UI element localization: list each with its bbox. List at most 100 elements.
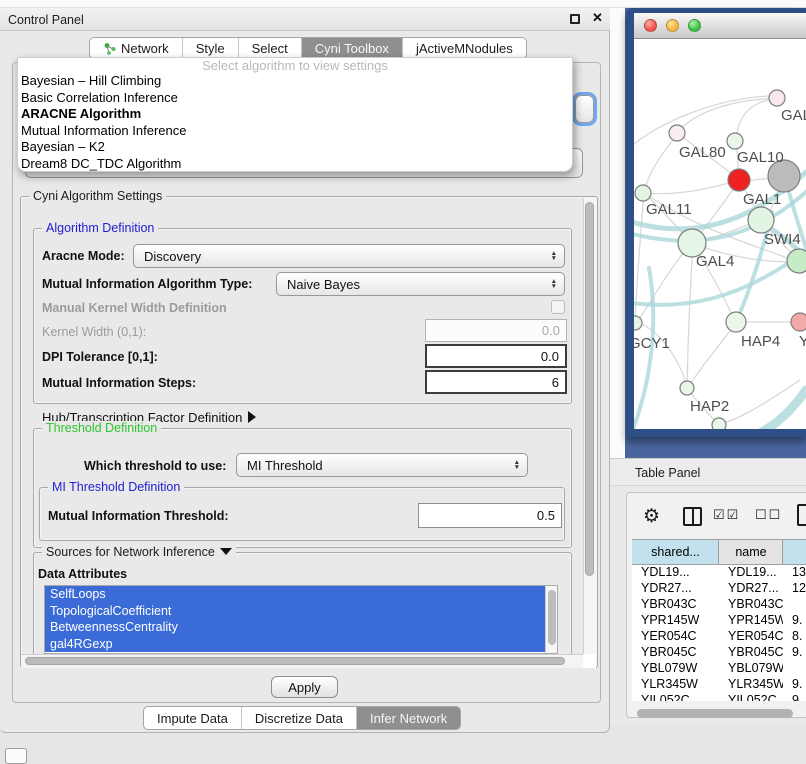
attribute-item[interactable]: gal4RGexp [45, 636, 557, 653]
top-strip [0, 0, 806, 8]
table-cell: YBL079W [719, 661, 783, 677]
bottom-tab-infer-network[interactable]: Infer Network [356, 707, 460, 729]
table-row[interactable]: YLR345WYLR345W9. [632, 677, 806, 693]
table-row[interactable]: YDR27...YDR27...12 [632, 581, 806, 597]
network-node-label: SWI4 [764, 231, 801, 248]
table-row[interactable]: YDL19...YDL19...13 [632, 565, 806, 581]
table-row[interactable]: YBL079WYBL079W [632, 661, 806, 677]
table-cell: YPR145W [632, 613, 719, 629]
attributes-scrollbar[interactable] [545, 586, 557, 653]
algorithm-option[interactable]: Bayesian – Hill Climbing [18, 73, 572, 90]
column-header[interactable] [783, 540, 806, 564]
tab-label: jActiveMNodules [416, 41, 513, 56]
tab-network[interactable]: Network [90, 38, 182, 58]
attribute-item[interactable]: TopologicalCoefficient [45, 603, 557, 620]
float-window-icon[interactable] [570, 14, 580, 24]
network-edge [678, 98, 777, 132]
bottom-tab-discretize-data[interactable]: Discretize Data [241, 707, 356, 729]
data-attributes-list[interactable]: SelfLoopsTopologicalCoefficientBetweenne… [44, 585, 558, 654]
table-cell: 13 [783, 565, 806, 581]
network-node-label: GAL4 [696, 253, 734, 270]
network-window-titlebar[interactable] [634, 13, 806, 39]
dpi-tolerance-field[interactable]: 0.0 [425, 344, 567, 368]
attribute-item[interactable]: BetweennessCentrality [45, 619, 557, 636]
column-header[interactable]: name [719, 540, 783, 564]
table-cell: 12 [783, 581, 806, 597]
panel-divider[interactable] [610, 8, 626, 458]
algorithm-dropdown-popup: Select algorithm to view settings Bayesi… [17, 57, 573, 172]
network-node[interactable] [769, 90, 785, 106]
close-icon[interactable]: ✕ [592, 10, 603, 26]
network-node[interactable] [728, 169, 750, 191]
bottom-tab-impute-data[interactable]: Impute Data [144, 707, 241, 729]
table-row[interactable]: YPR145WYPR145W9. [632, 613, 806, 629]
mi-steps-field[interactable]: 6 [425, 370, 567, 394]
network-node[interactable] [634, 316, 642, 330]
network-node[interactable] [680, 381, 694, 395]
table-row[interactable]: YER054CYER054C8. [632, 629, 806, 645]
network-node[interactable] [791, 313, 806, 331]
table-toolbar: ⚙ ☑☑ ☐☐ [627, 503, 806, 533]
bottom-tab-label: Infer Network [370, 711, 447, 726]
algorithm-option[interactable]: ARACNE Algorithm [18, 106, 572, 123]
algorithm-option[interactable]: Basic Correlation Inference [18, 90, 572, 107]
manual-kernel-checkbox[interactable] [551, 300, 565, 314]
zoom-traffic-light-icon[interactable] [688, 19, 701, 32]
network-node[interactable] [635, 185, 651, 201]
combo-arrows-icon: ▲▼ [551, 251, 557, 261]
mi-type-select[interactable]: Naive Bayes ▲▼ [276, 272, 565, 296]
tab-jactivemnodules[interactable]: jActiveMNodules [402, 38, 526, 58]
table-cell: YDR27... [719, 581, 783, 597]
tab-style[interactable]: Style [182, 38, 238, 58]
network-node[interactable] [712, 418, 726, 429]
expanded-arrow-icon[interactable] [220, 548, 232, 555]
network-node[interactable] [727, 133, 743, 149]
scrollbar-corner [583, 654, 596, 668]
table-cell: YER054C [719, 629, 783, 645]
minimize-traffic-light-icon[interactable] [666, 19, 679, 32]
settings-vertical-scrollbar-thumb[interactable] [585, 202, 594, 576]
algorithm-option[interactable]: Mutual Information Inference [18, 123, 572, 140]
network-node[interactable] [669, 125, 685, 141]
tab-label: Select [252, 41, 288, 56]
apply-button[interactable]: Apply [271, 676, 338, 698]
kernel-width-field[interactable]: 0.0 [425, 319, 567, 342]
attribute-item[interactable]: SelfLoops [45, 586, 557, 603]
cyni-algorithm-settings-title: Cyni Algorithm Settings [29, 189, 166, 203]
algorithm-option[interactable]: Dream8 DC_TDC Algorithm [18, 156, 572, 173]
mi-threshold-field[interactable]: 0.5 [418, 503, 562, 528]
tab-select[interactable]: Select [238, 38, 301, 58]
network-node-label: HAP4 [741, 333, 780, 350]
column-header[interactable]: shared... [632, 540, 719, 564]
algorithm-option[interactable]: Bayesian – K2 [18, 139, 572, 156]
table-row[interactable]: YIL052CYIL052C9. [632, 693, 806, 701]
control-panel-title: Control Panel [8, 13, 84, 27]
table-cell [783, 661, 806, 677]
table-cell: YBR045C [632, 645, 719, 661]
mi-steps-label: Mutual Information Steps: [42, 376, 196, 390]
network-edge [644, 134, 678, 192]
columns-icon[interactable] [683, 507, 702, 526]
tab-cyni-toolbox[interactable]: Cyni Toolbox [301, 38, 402, 58]
network-canvas[interactable]: GALGAL80GAL10GAL1GAL11SWI4GAL4GCY1HAP4YH… [634, 39, 806, 429]
inference-algorithm-combo-arrow-button[interactable] [575, 95, 594, 123]
table-row[interactable]: YBR045CYBR045C9. [632, 645, 806, 661]
checked-boxes-icon[interactable]: ☑☑ [713, 507, 740, 523]
unchecked-boxes-icon[interactable]: ☐☐ [755, 507, 782, 523]
network-node[interactable] [748, 207, 774, 233]
table-browser: ⚙ ☑☑ ☐☐ shared...nameYDL19...YDL19...13Y… [626, 492, 806, 718]
table-row[interactable]: YBR043CYBR043C [632, 597, 806, 613]
aracne-mode-select[interactable]: Discovery ▲▼ [133, 244, 565, 268]
gear-icon[interactable]: ⚙ [643, 505, 660, 528]
table-cell: YDL19... [719, 565, 783, 581]
network-node[interactable] [787, 249, 806, 273]
settings-horizontal-scrollbar-thumb[interactable] [25, 657, 565, 665]
cyni-bottom-tabbar: Impute Data Discretize Data Infer Network [143, 706, 461, 730]
network-node[interactable] [726, 312, 746, 332]
table-horizontal-scrollbar-thumb[interactable] [637, 709, 793, 718]
bottom-tab-label: Impute Data [157, 711, 228, 726]
new-table-icon[interactable] [797, 504, 806, 526]
which-threshold-select[interactable]: MI Threshold ▲▼ [236, 453, 528, 477]
network-node-label: Y [799, 333, 806, 350]
close-traffic-light-icon[interactable] [644, 19, 657, 32]
